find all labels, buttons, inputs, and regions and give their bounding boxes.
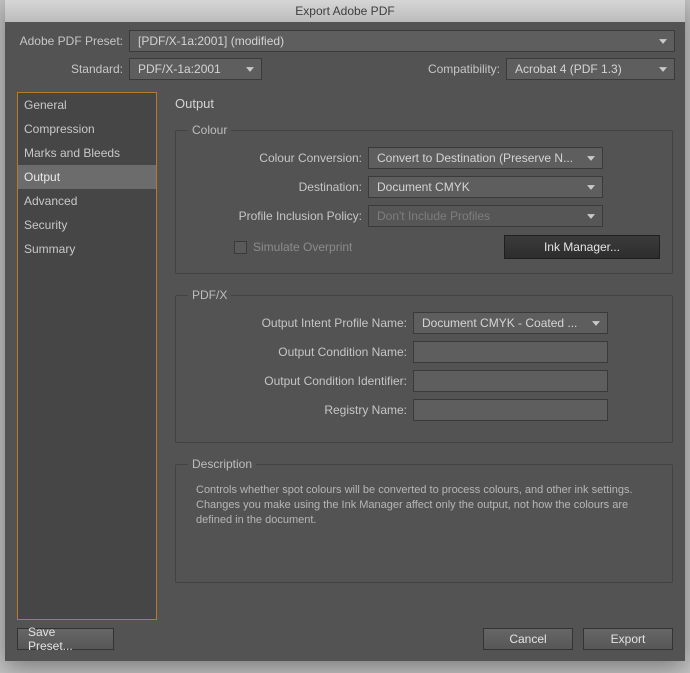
chevron-down-icon [656,34,670,48]
export-pdf-dialog: Export Adobe PDF Adobe PDF Preset: [PDF/… [5,0,685,661]
colour-conversion-value: Convert to Destination (Preserve N... [377,151,573,165]
chevron-down-icon [584,151,598,165]
chevron-down-icon [584,180,598,194]
sidebar: General Compression Marks and Bleeds Out… [17,92,157,620]
sidebar-item-marks-bleeds[interactable]: Marks and Bleeds [18,141,156,165]
standard-dropdown[interactable]: PDF/X-1a:2001 [129,58,262,80]
compat-value: Acrobat 4 (PDF 1.3) [515,62,622,76]
sidebar-item-label: Summary [24,242,75,256]
standard-value: PDF/X-1a:2001 [138,62,221,76]
pdfx-fieldset: PDF/X Output Intent Profile Name: Docume… [175,288,673,443]
colour-legend: Colour [188,123,231,137]
registry-name-input[interactable] [413,399,608,421]
profile-policy-label: Profile Inclusion Policy: [188,209,368,223]
output-intent-label: Output Intent Profile Name: [188,316,413,330]
titlebar: Export Adobe PDF [5,0,685,22]
export-button[interactable]: Export [583,628,673,650]
description-text: Controls whether spot colours will be co… [188,481,660,568]
sidebar-item-compression[interactable]: Compression [18,117,156,141]
profile-policy-value: Don't Include Profiles [377,209,490,223]
output-panel: Output Colour Colour Conversion: Convert… [175,92,673,620]
description-fieldset: Description Controls whether spot colour… [175,457,673,583]
colour-fieldset: Colour Colour Conversion: Convert to Des… [175,123,673,274]
colour-conversion-dropdown[interactable]: Convert to Destination (Preserve N... [368,147,603,169]
simulate-overprint-checkbox: Simulate Overprint [234,240,352,254]
cancel-label: Cancel [509,632,546,646]
sidebar-item-label: Compression [24,122,95,136]
pdfx-legend: PDF/X [188,288,231,302]
preset-row: Adobe PDF Preset: [PDF/X-1a:2001] (modif… [5,22,685,52]
sidebar-item-security[interactable]: Security [18,213,156,237]
ink-manager-button[interactable]: Ink Manager... [504,235,660,259]
standard-compat-row: Standard: PDF/X-1a:2001 Compatibility: A… [5,52,685,92]
condition-name-input[interactable] [413,341,608,363]
preset-label: Adobe PDF Preset: [15,34,129,48]
chevron-down-icon [243,62,257,76]
sidebar-item-summary[interactable]: Summary [18,237,156,261]
chevron-down-icon [656,62,670,76]
simulate-overprint-label: Simulate Overprint [253,240,352,254]
chevron-down-icon [584,209,598,223]
sidebar-item-label: Security [24,218,67,232]
description-legend: Description [188,457,256,471]
colour-conversion-label: Colour Conversion: [188,151,368,165]
sidebar-item-label: Output [24,170,60,184]
compat-dropdown[interactable]: Acrobat 4 (PDF 1.3) [506,58,675,80]
output-intent-value: Document CMYK - Coated ... [422,316,577,330]
window-title: Export Adobe PDF [295,4,394,18]
checkbox-box [234,241,247,254]
cancel-button[interactable]: Cancel [483,628,573,650]
preset-dropdown[interactable]: [PDF/X-1a:2001] (modified) [129,30,675,52]
save-preset-label: Save Preset... [28,625,103,653]
destination-label: Destination: [188,180,368,194]
sidebar-item-advanced[interactable]: Advanced [18,189,156,213]
sidebar-item-label: General [24,98,67,112]
sidebar-item-label: Marks and Bleeds [24,146,120,160]
sidebar-item-general[interactable]: General [18,93,156,117]
chevron-down-icon [589,316,603,330]
condition-name-label: Output Condition Name: [188,345,413,359]
export-label: Export [611,632,646,646]
destination-value: Document CMYK [377,180,470,194]
sidebar-item-label: Advanced [24,194,77,208]
registry-name-label: Registry Name: [188,403,413,417]
preset-value: [PDF/X-1a:2001] (modified) [138,34,284,48]
save-preset-button[interactable]: Save Preset... [17,628,114,650]
sidebar-item-output[interactable]: Output [18,165,156,189]
compat-label: Compatibility: [428,62,506,76]
profile-policy-dropdown: Don't Include Profiles [368,205,603,227]
condition-id-label: Output Condition Identifier: [188,374,413,388]
standard-label: Standard: [15,62,129,76]
output-intent-dropdown[interactable]: Document CMYK - Coated ... [413,312,608,334]
condition-id-input[interactable] [413,370,608,392]
panel-title: Output [175,96,673,111]
dialog-footer: Save Preset... Cancel Export [5,620,685,660]
destination-dropdown[interactable]: Document CMYK [368,176,603,198]
ink-manager-label: Ink Manager... [544,240,620,254]
